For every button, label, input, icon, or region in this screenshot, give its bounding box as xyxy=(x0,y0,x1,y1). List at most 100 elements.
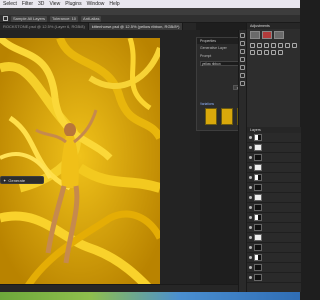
posterize-icon[interactable] xyxy=(278,50,283,55)
bw-icon[interactable] xyxy=(250,50,255,55)
menu-item-filter[interactable]: Filter xyxy=(22,0,33,8)
home-icon[interactable] xyxy=(3,16,8,21)
exposure-icon[interactable] xyxy=(271,43,276,48)
layer-thumbnail xyxy=(254,194,262,201)
layer-row[interactable] xyxy=(247,253,301,263)
visibility-eye-icon[interactable] xyxy=(249,176,252,179)
visibility-eye-icon[interactable] xyxy=(249,206,252,209)
visibility-eye-icon[interactable] xyxy=(249,136,252,139)
macos-menu-bar: Select Filter 3D View Plugins Window Hel… xyxy=(0,0,300,8)
layer-row[interactable] xyxy=(247,213,301,223)
layer-thumbnail xyxy=(254,164,262,171)
adjustment-icons xyxy=(247,41,300,57)
layer-thumbnail xyxy=(254,204,262,211)
menu-item-plugins[interactable]: Plugins xyxy=(65,0,81,8)
document-tabs: ROCKSTONE.psd @ 12.5% (Layer 6, RGB/8) k… xyxy=(0,23,196,30)
brightness-icon[interactable] xyxy=(250,43,255,48)
layer-row[interactable] xyxy=(247,183,301,193)
layer-thumbnail xyxy=(254,234,262,241)
type-tool-icon[interactable] xyxy=(240,81,245,86)
variation-thumbnail[interactable] xyxy=(205,108,217,125)
layer-thumbnail xyxy=(254,154,262,161)
layer-row[interactable] xyxy=(247,233,301,243)
layer-thumbnail xyxy=(254,264,262,271)
curves-icon[interactable] xyxy=(264,43,269,48)
photo-filter-icon[interactable] xyxy=(257,50,262,55)
preset-thumbnail[interactable] xyxy=(274,31,284,39)
layer-row[interactable] xyxy=(247,223,301,233)
tab-kittenhorse[interactable]: kittenhorse.psd @ 12.5% (yellow ribbon, … xyxy=(88,23,184,30)
visibility-eye-icon[interactable] xyxy=(249,276,252,279)
tab-rockstone[interactable]: ROCKSTONE.psd @ 12.5% (Layer 6, RGB/8) xyxy=(0,23,89,30)
menu-item-help[interactable]: Help xyxy=(109,0,119,8)
marquee-tool-icon[interactable] xyxy=(240,41,245,46)
visibility-eye-icon[interactable] xyxy=(249,236,252,239)
menu-item-select[interactable]: Select xyxy=(3,0,17,8)
visibility-eye-icon[interactable] xyxy=(249,166,252,169)
layer-thumbnail xyxy=(254,214,262,221)
invert-icon[interactable] xyxy=(271,50,276,55)
visibility-eye-icon[interactable] xyxy=(249,186,252,189)
layer-thumbnail xyxy=(254,174,262,181)
layer-row[interactable] xyxy=(247,133,301,143)
visibility-eye-icon[interactable] xyxy=(249,266,252,269)
layer-thumbnail xyxy=(254,224,262,231)
layer-thumbnail xyxy=(254,144,262,151)
visibility-eye-icon[interactable] xyxy=(249,146,252,149)
levels-icon[interactable] xyxy=(257,43,262,48)
option-sample-all-layers[interactable]: Sample All Layers xyxy=(11,15,48,22)
crop-tool-icon[interactable] xyxy=(240,57,245,62)
option-anti-alias[interactable]: Anti-alias xyxy=(81,15,102,22)
generate-task-label[interactable]: Generate xyxy=(8,178,25,183)
layer-thumbnail xyxy=(254,254,262,261)
options-bar: Sample All Layers Tolerance: 10 Anti-ali… xyxy=(0,15,300,23)
visibility-eye-icon[interactable] xyxy=(249,216,252,219)
canvas-area[interactable]: ✦ Generate xyxy=(0,30,200,300)
channel-mixer-icon[interactable] xyxy=(264,50,269,55)
layer-row[interactable] xyxy=(247,153,301,163)
layers-panel: Layers xyxy=(247,127,301,292)
layer-row[interactable] xyxy=(247,193,301,203)
right-dock: Adjustments Layers xyxy=(246,23,301,292)
eraser-tool-icon[interactable] xyxy=(240,73,245,78)
status-bar: 12.5% xyxy=(0,284,238,299)
visibility-eye-icon[interactable] xyxy=(249,246,252,249)
preset-thumbnail[interactable] xyxy=(250,31,260,39)
adjustment-presets xyxy=(247,29,300,41)
desktop-wallpaper xyxy=(0,292,300,300)
layer-row[interactable] xyxy=(247,243,301,253)
hue-icon[interactable] xyxy=(285,43,290,48)
layer-thumbnail xyxy=(254,244,262,251)
preset-thumbnail[interactable] xyxy=(262,31,272,39)
layer-row[interactable] xyxy=(247,173,301,183)
layer-row[interactable] xyxy=(247,273,301,283)
visibility-eye-icon[interactable] xyxy=(249,226,252,229)
option-tolerance[interactable]: Tolerance: 10 xyxy=(50,15,79,22)
menu-item-view[interactable]: View xyxy=(49,0,60,8)
vibrance-icon[interactable] xyxy=(278,43,283,48)
app-title-bar: Adobe Photoshop 2024 xyxy=(0,8,300,22)
layer-row[interactable] xyxy=(247,263,301,273)
tool-strip xyxy=(238,30,246,292)
document-canvas[interactable] xyxy=(0,38,160,300)
menu-item-window[interactable]: Window xyxy=(87,0,105,8)
visibility-eye-icon[interactable] xyxy=(249,156,252,159)
color-balance-icon[interactable] xyxy=(292,43,297,48)
variation-thumbnail[interactable] xyxy=(221,108,233,125)
contextual-task-bar[interactable]: ✦ Generate xyxy=(0,176,44,184)
lasso-tool-icon[interactable] xyxy=(240,49,245,54)
move-tool-icon[interactable] xyxy=(240,33,245,38)
brush-tool-icon[interactable] xyxy=(240,65,245,70)
layer-thumbnail xyxy=(254,184,262,191)
visibility-eye-icon[interactable] xyxy=(249,196,252,199)
layer-row[interactable] xyxy=(247,163,301,173)
sparkle-icon: ✦ xyxy=(3,177,7,183)
layer-row[interactable] xyxy=(247,143,301,153)
menu-item-3d[interactable]: 3D xyxy=(38,0,44,8)
visibility-eye-icon[interactable] xyxy=(249,256,252,259)
layer-row[interactable] xyxy=(247,203,301,213)
variations-label: Variations xyxy=(200,102,214,106)
layer-thumbnail xyxy=(254,134,262,141)
layer-thumbnail xyxy=(254,274,262,281)
yellow-ribbon-artwork xyxy=(0,38,160,300)
